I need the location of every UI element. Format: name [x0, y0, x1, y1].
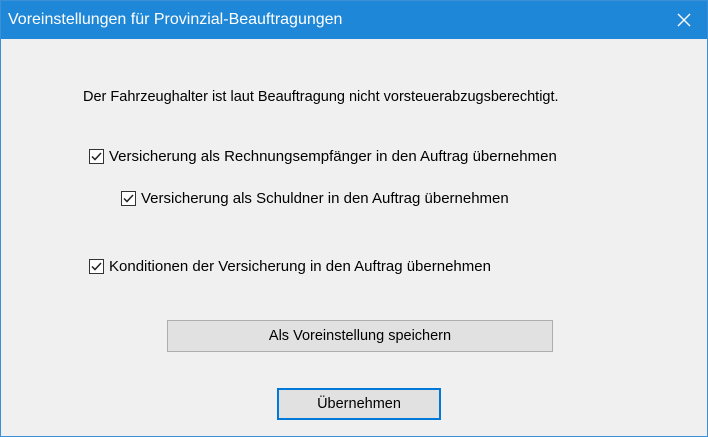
checkbox-row-rechnungsempfaenger[interactable]: Versicherung als Rechnungsempfänger in d…: [89, 148, 557, 165]
window-title: Voreinstellungen für Provinzial-Beauftra…: [8, 11, 343, 28]
dialog-window: Voreinstellungen für Provinzial-Beauftra…: [0, 0, 708, 437]
checkmark-icon: [91, 152, 102, 161]
apply-button[interactable]: Übernehmen: [277, 388, 441, 420]
dialog-content: Der Fahrzeughalter ist laut Beauftragung…: [1, 39, 707, 436]
checkbox-schuldner[interactable]: [121, 191, 136, 206]
title-bar[interactable]: Voreinstellungen für Provinzial-Beauftra…: [1, 1, 707, 39]
checkmark-icon: [123, 194, 134, 203]
checkbox-konditionen[interactable]: [89, 259, 104, 274]
checkbox-label-konditionen: Konditionen der Versicherung in den Auft…: [109, 258, 491, 275]
checkbox-label-rechnungsempfaenger: Versicherung als Rechnungsempfänger in d…: [109, 148, 557, 165]
close-button[interactable]: [661, 1, 707, 39]
checkbox-label-schuldner: Versicherung als Schuldner in den Auftra…: [141, 190, 509, 207]
close-icon: [677, 13, 691, 27]
info-text: Der Fahrzeughalter ist laut Beauftragung…: [83, 89, 559, 105]
checkbox-row-schuldner[interactable]: Versicherung als Schuldner in den Auftra…: [121, 190, 509, 207]
checkbox-row-konditionen[interactable]: Konditionen der Versicherung in den Auft…: [89, 258, 491, 275]
save-default-button[interactable]: Als Voreinstellung speichern: [167, 320, 553, 352]
checkmark-icon: [91, 262, 102, 271]
checkbox-rechnungsempfaenger[interactable]: [89, 149, 104, 164]
